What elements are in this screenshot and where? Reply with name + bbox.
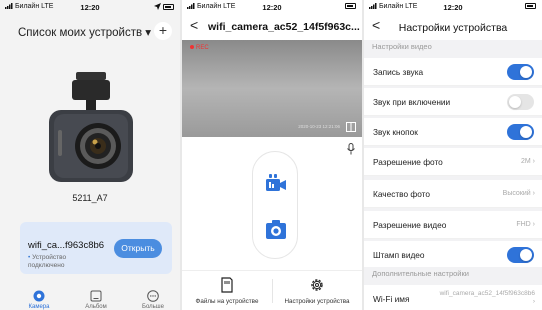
live-video-feed[interactable]: REC 2020-10-23 12:21:06 [182,40,362,137]
section-video-settings: Настройки видео [364,40,542,54]
device-status: Устройство подключено [28,254,88,270]
setting-label: Звук кнопок [373,127,418,137]
tab-camera-label: Камера [28,304,50,310]
tab-camera[interactable]: Камера [14,290,64,310]
camera-name: 5211_A7 [72,193,108,203]
back-button[interactable]: < [190,17,198,33]
button-sound-toggle[interactable] [507,124,534,140]
setting-label: Звук при включении [373,97,451,107]
wifi-name-value: wifi_camera_ac52_14f5f963c8b6 › [439,290,535,305]
battery-icon [345,3,356,10]
sd-card-icon [221,277,233,293]
device-settings-screen: Билайн LTE 12:20 < Настройки устройства … [364,0,542,310]
setting-video-stamp[interactable]: Штамп видео [364,241,542,269]
record-audio-toggle[interactable] [507,64,534,80]
device-files-button[interactable]: Файлы на устройстве [184,277,270,305]
video-stamp-toggle[interactable] [507,247,534,263]
setting-label: Разрешение фото [373,157,443,167]
clock: 12:20 [443,3,463,12]
setting-photo-quality[interactable]: Качество фото Высокий › [364,180,542,208]
device-list-screen: Билайн LTE 12:20 Список моих устройств ▾… [0,0,180,310]
bottom-tab-bar: Камера Альбом Больше [0,284,180,310]
setting-label: Штамп видео [373,250,425,260]
live-view-title: wifi_camera_ac52_14f5f963c... [208,21,360,33]
video-timestamp: 2020-10-23 12:21:06 [298,124,340,129]
device-card[interactable]: wifi_ca...f963c8b6 Устройство подключено… [20,222,172,274]
setting-label: Разрешение видео [373,220,447,230]
tab-album-label: Альбом [85,304,107,310]
tab-more-label: Больше [142,304,164,310]
status-bar: Билайн LTE 12:20 [0,0,180,14]
gear-icon [311,279,323,291]
device-name: wifi_ca...f963c8b6 [28,240,105,251]
bottom-separator [272,279,273,303]
video-record-icon[interactable] [264,172,288,196]
status-right [345,3,356,10]
setting-button-sound[interactable]: Звук кнопок [364,118,542,146]
device-list-title[interactable]: Список моих устройств ▾ [18,25,151,39]
clock: 12:20 [80,3,100,12]
status-right [154,3,174,10]
setting-wifi-name[interactable]: Wi-Fi имя wifi_camera_ac52_14f5f963c8b6 … [364,285,542,310]
clock: 12:20 [262,3,282,12]
status-bar: Билайн LTE 12:20 [182,0,362,14]
live-view-bottom-bar: Файлы на устройстве Настройки устройства [182,270,362,310]
setting-value: Высокий › [502,190,535,197]
device-settings-button[interactable]: Настройки устройства [274,277,360,305]
live-view-header: < wifi_camera_ac52_14f5f963c... [182,14,362,40]
fullscreen-icon[interactable] [346,122,356,132]
setting-label: Запись звука [373,67,424,77]
more-icon [147,290,159,302]
battery-icon [525,3,536,10]
setting-value: 2M › [521,158,535,165]
settings-title: Настройки устройства [398,22,508,34]
status-right [525,3,536,10]
setting-label: Wi-Fi имя [373,294,410,304]
rec-indicator: REC [190,45,209,51]
tab-more[interactable]: Больше [128,290,178,310]
open-device-button[interactable]: Открыть [114,239,162,258]
settings-header: < Настройки устройства [364,14,542,40]
camera-tab-icon [33,290,45,302]
setting-photo-resolution[interactable]: Разрешение фото 2M › [364,148,542,176]
tab-album[interactable]: Альбом [71,290,121,310]
dashcam-icon [49,72,133,182]
battery-icon [163,3,174,10]
dashcam-image[interactable] [46,70,136,185]
setting-record-audio[interactable]: Запись звука [364,58,542,86]
add-device-button[interactable]: + [154,22,172,40]
status-bar: Билайн LTE 12:20 [364,0,542,14]
photo-capture-icon[interactable] [264,218,288,242]
microphone-icon[interactable] [346,143,356,155]
device-files-label: Файлы на устройстве [195,298,259,305]
live-view-screen: Билайн LTE 12:20 < wifi_camera_ac52_14f5… [182,0,362,310]
capture-controls [252,151,298,259]
setting-startup-sound[interactable]: Звук при включении [364,88,542,116]
location-arrow-icon [154,3,162,10]
device-settings-label: Настройки устройства [284,298,350,305]
setting-video-resolution[interactable]: Разрешение видео FHD › [364,211,542,239]
setting-label: Качество фото [373,189,430,199]
setting-value: FHD › [516,221,535,228]
startup-sound-toggle[interactable] [507,94,534,110]
album-icon [90,290,102,302]
section-extra-settings: Дополнительные настройки [364,267,542,281]
